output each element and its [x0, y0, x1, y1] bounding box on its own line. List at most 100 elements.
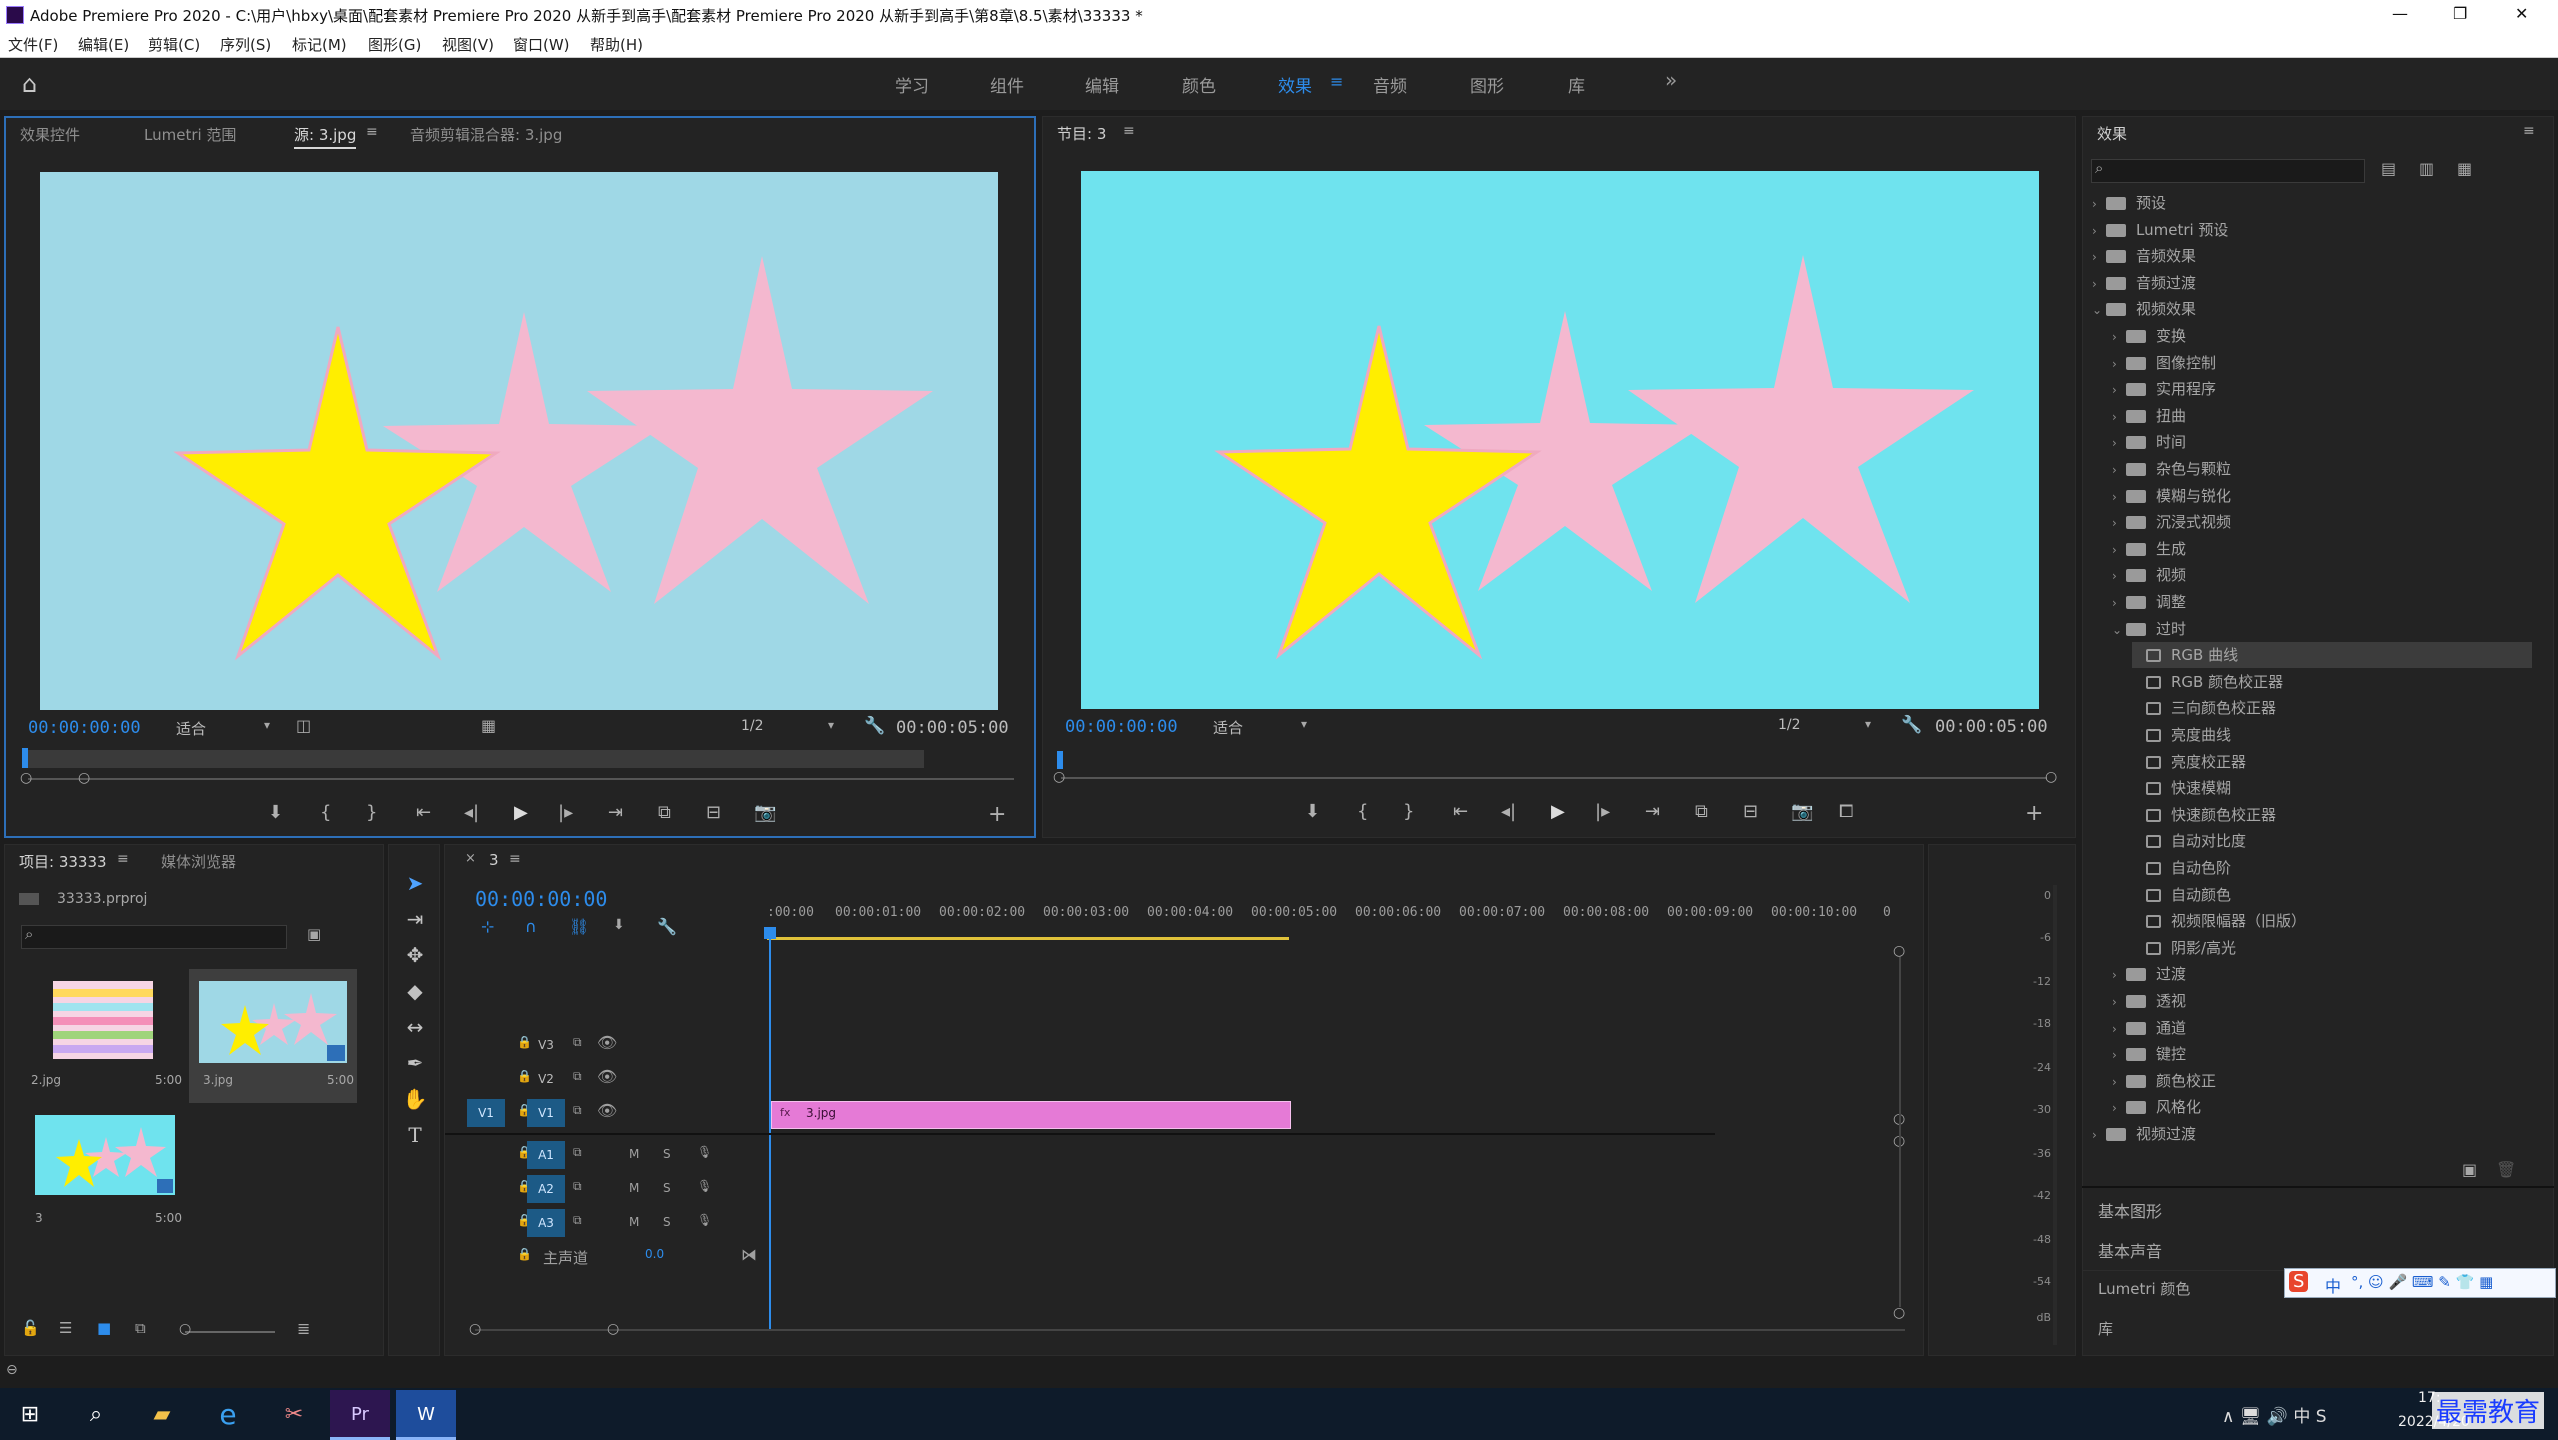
type-tool-icon[interactable]: T [399, 1123, 431, 1155]
chevron-right-icon[interactable]: › [2112, 1069, 2126, 1095]
tab-project[interactable]: 项目: 33333 [19, 851, 107, 872]
go-to-out-button[interactable]: ⇥ [608, 804, 623, 822]
tray-icons[interactable]: ∧ 🖥 🔊 中 S [2222, 1402, 2327, 1427]
section-essential-sound[interactable]: 基本声音 [2098, 1238, 2162, 1262]
menu-clip[interactable]: 剪辑(C) [148, 34, 200, 55]
chevron-right-icon[interactable]: › [2112, 351, 2126, 377]
sync-lock-icon[interactable]: ⧉ [573, 1035, 582, 1050]
vertical-scrollbar[interactable] [1899, 957, 1901, 1307]
effects-tree-item[interactable]: 视频限幅器（旧版） [2132, 908, 2306, 934]
menu-window[interactable]: 窗口(W) [513, 34, 570, 55]
track-label[interactable]: V1 [527, 1099, 565, 1127]
source-patch-v1[interactable]: V1 [467, 1099, 505, 1127]
wrench-icon[interactable]: 🔧 [864, 716, 885, 736]
chevron-right-icon[interactable]: › [2092, 1122, 2106, 1148]
hand-tool-icon[interactable]: ✋ [399, 1087, 431, 1119]
new-bin-from-search-icon[interactable]: ▣ [307, 925, 321, 943]
effects-tree-item[interactable]: › 实用程序 [2112, 376, 2216, 402]
program-tab-menu-icon[interactable]: ≡ [1123, 123, 1135, 139]
program-add-marker-button[interactable]: ⬇ [1305, 803, 1320, 821]
tab-audio-clip-mixer[interactable]: 音频剪辑混合器: 3.jpg [410, 124, 562, 145]
eye-icon[interactable]: 👁 [597, 1033, 617, 1052]
ime-toolbar[interactable]: S 中 °, ☺ 🎤 ⌨ ✎ 👕 ▦ [2284, 1268, 2556, 1298]
chevron-right-icon[interactable]: › [2112, 430, 2126, 456]
effects-tree-item[interactable]: 三向颜色校正器 [2132, 695, 2276, 721]
workspace-color[interactable]: 颜色 [1182, 72, 1216, 97]
effects-tree-item[interactable]: 快速模糊 [2132, 775, 2231, 801]
button-editor-icon[interactable]: + [988, 804, 1006, 826]
chevron-right-icon[interactable]: › [2112, 484, 2126, 510]
zoom-handle-left[interactable]: ○ [20, 770, 32, 786]
mute-button[interactable]: M [629, 1215, 639, 1229]
chevron-right-icon[interactable]: › [2092, 218, 2106, 244]
file-explorer-icon[interactable]: ▰ [132, 1390, 192, 1440]
maximize-button[interactable]: ❐ [2453, 4, 2467, 23]
source-fit-dropdown[interactable]: 适合 [176, 718, 206, 739]
comparison-view-icon[interactable]: ⧠ [1839, 803, 1853, 821]
chevron-right-icon[interactable]: › [2112, 590, 2126, 616]
linked-selection-icon[interactable]: ⛓ [569, 917, 589, 936]
section-lumetri-color[interactable]: Lumetri 颜色 [2098, 1278, 2190, 1299]
slider-handle[interactable]: ○ [179, 1321, 191, 1337]
solo-button[interactable]: S [663, 1181, 671, 1195]
menu-graphics[interactable]: 图形(G) [368, 34, 421, 55]
zoom-handle-right[interactable]: ○ [78, 770, 90, 786]
project-tab-menu-icon[interactable]: ≡ [117, 851, 129, 867]
insert-button[interactable]: ⧉ [658, 804, 671, 822]
effects-tree-item[interactable]: › Lumetri 预设 [2092, 217, 2228, 243]
chevron-right-icon[interactable]: › [2112, 457, 2126, 483]
chevron-right-icon[interactable]: › [2112, 510, 2126, 536]
sync-lock-icon[interactable]: ⧉ [573, 1103, 582, 1118]
program-step-back-button[interactable]: ◂| [1501, 803, 1516, 821]
time-ruler[interactable]: :00:00 00:00:01:00 00:00:02:00 00:00:03:… [767, 901, 1905, 941]
word-taskbar-icon[interactable]: W [396, 1390, 456, 1440]
overwrite-button[interactable]: ⊟ [706, 804, 721, 822]
source-scrub-bar[interactable] [24, 750, 924, 768]
tab-menu-icon[interactable]: ≡ [366, 124, 378, 140]
nest-icon[interactable]: ⊹ [481, 917, 494, 936]
list-view-icon[interactable]: ☰ [59, 1319, 72, 1337]
work-area-bar[interactable] [767, 937, 1289, 940]
master-value[interactable]: 0.0 [645, 1247, 664, 1261]
tab-lumetri-scopes[interactable]: Lumetri 范围 [144, 124, 236, 145]
sync-lock-icon[interactable]: ⧉ [573, 1179, 582, 1194]
menu-file[interactable]: 文件(F) [8, 34, 58, 55]
mark-out-button[interactable]: } [366, 804, 377, 822]
sort-icon[interactable]: ≣ [297, 1319, 310, 1338]
timeline-tab-menu-icon[interactable]: ≡ [509, 851, 521, 867]
tab-timeline-sequence[interactable]: 3 [489, 851, 499, 869]
mark-in-button[interactable]: { [320, 804, 331, 822]
section-essential-graphics[interactable]: 基本图形 [2098, 1198, 2162, 1222]
slip-tool-icon[interactable]: ↔ [399, 1015, 431, 1047]
ripple-edit-tool-icon[interactable]: ✥ [399, 943, 431, 975]
timeline-clip-3jpg[interactable]: fx 3.jpg [771, 1101, 1291, 1129]
workspace-graphics[interactable]: 图形 [1470, 72, 1504, 97]
track-label[interactable]: A3 [527, 1209, 565, 1237]
project-search-input[interactable] [21, 925, 287, 949]
track-lock-icon[interactable]: 🔒 [517, 1247, 532, 1261]
close-button[interactable]: ✕ [2515, 4, 2528, 23]
effects-tree-item[interactable]: › 预设 [2092, 190, 2166, 216]
effects-tree-item[interactable]: › 图像控制 [2112, 350, 2216, 376]
32bit-effects-icon[interactable]: ▥ [2419, 159, 2434, 178]
effects-tree-item[interactable]: › 音频效果 [2092, 243, 2196, 269]
effects-tree-item[interactable]: › 音频过渡 [2092, 270, 2196, 296]
effects-tree-item[interactable]: RGB 颜色校正器 [2132, 669, 2283, 695]
effects-search-input[interactable] [2091, 159, 2365, 183]
chevron-right-icon[interactable]: › [2112, 377, 2126, 403]
effects-tree-item[interactable]: 自动对比度 [2132, 828, 2246, 854]
lift-button[interactable]: ⧉ [1695, 803, 1708, 821]
export-frame-icon[interactable]: 📷 [754, 804, 776, 822]
eye-icon[interactable]: 👁 [597, 1101, 617, 1120]
menu-sequence[interactable]: 序列(S) [220, 34, 271, 55]
tab-media-browser[interactable]: 媒体浏览器 [161, 851, 236, 872]
menu-help[interactable]: 帮助(H) [590, 34, 643, 55]
project-item-2jpg[interactable]: 2.jpg 5:00 [17, 969, 185, 1103]
source-resolution-dropdown[interactable]: 1/2 [741, 718, 764, 734]
close-tab-icon[interactable]: × [465, 851, 476, 866]
chevron-right-icon[interactable]: › [2112, 563, 2126, 589]
icon-view-icon[interactable]: ■ [97, 1319, 111, 1337]
effects-tree-item[interactable]: › 视频 [2112, 562, 2186, 588]
program-resolution-dropdown[interactable]: 1/2 [1778, 717, 1801, 733]
menu-marker[interactable]: 标记(M) [292, 34, 347, 55]
